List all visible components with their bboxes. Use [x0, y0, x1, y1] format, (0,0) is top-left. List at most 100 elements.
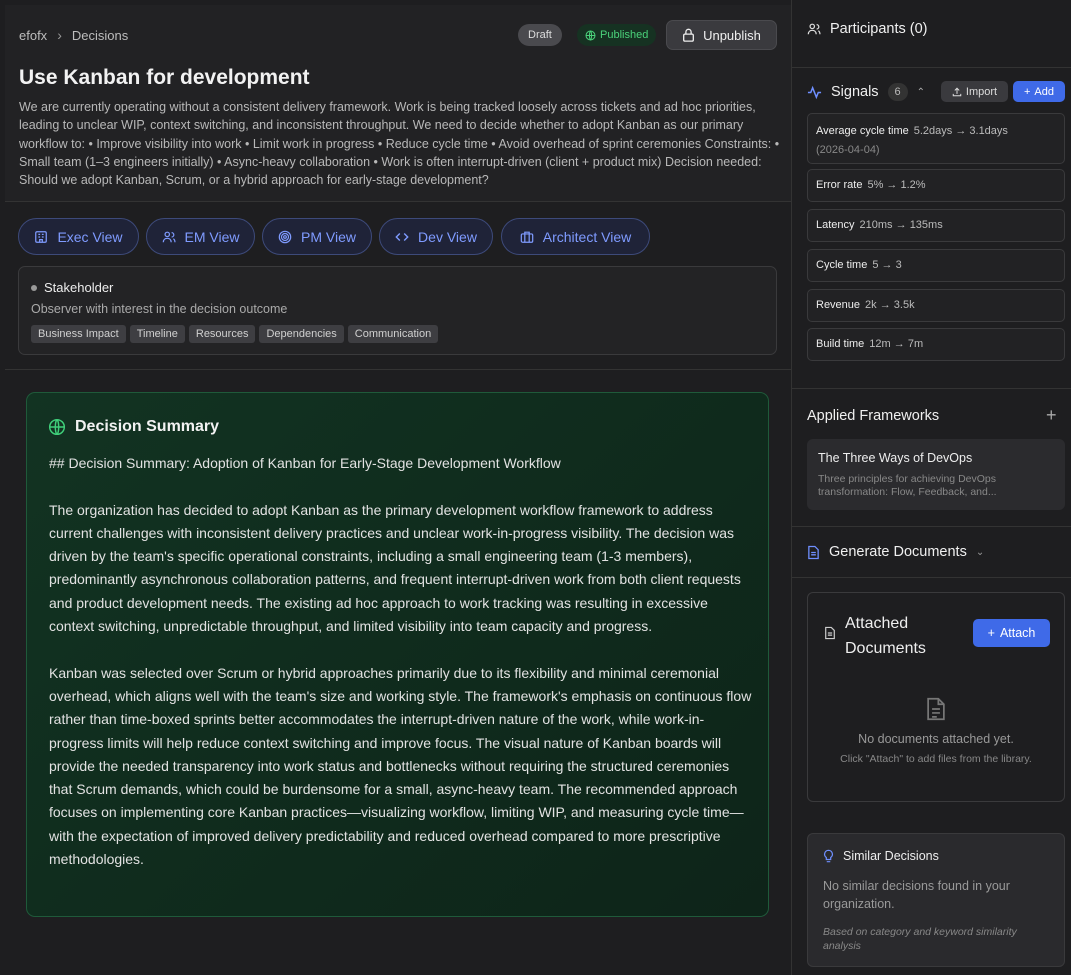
signals-title: Signals	[831, 84, 879, 100]
published-label: Published	[600, 29, 649, 41]
add-framework-icon[interactable]: +	[1046, 405, 1057, 426]
participants-title: Participants (0)	[830, 21, 928, 37]
signal-to: 3.5k	[893, 299, 915, 311]
published-badge: Published	[577, 24, 657, 46]
participants-section: Participants (0)	[792, 0, 1071, 68]
code-icon	[395, 232, 409, 241]
architect-view-label: Architect View	[542, 228, 632, 245]
chevron-right-icon: ›	[57, 27, 62, 43]
generate-documents-button[interactable]: Generate Documents ⌄	[807, 544, 984, 560]
add-signal-button[interactable]: + Add	[1013, 81, 1065, 102]
breadcrumb-current[interactable]: Decisions	[72, 28, 128, 43]
tag: Communication	[347, 325, 439, 343]
similar-decisions-note: Based on category and keyword similarity…	[823, 926, 1017, 952]
pm-view-button[interactable]: PM View	[262, 218, 372, 255]
similar-decisions-heading: Similar Decisions	[823, 849, 939, 863]
decision-summary-heading: Decision Summary	[48, 418, 219, 436]
signal-item[interactable]: Average cycle time 5.2days → 3.1days (202…	[807, 113, 1065, 164]
signal-item[interactable]: Cycle time 5 → 3	[807, 249, 1065, 282]
exec-view-label: Exec View	[57, 228, 123, 245]
signal-to: 3.1days	[969, 125, 1008, 137]
similar-decisions-card: Similar Decisions No similar decisions f…	[807, 833, 1065, 967]
status-dot	[31, 284, 37, 291]
stakeholder-subtitle: Observer with interest in the decision o…	[31, 302, 288, 316]
signal-name: Average cycle time	[816, 125, 909, 137]
signal-from: 5.2days	[913, 125, 953, 137]
stakeholder-tags: Business Impact Timeline Resources Depen…	[31, 325, 439, 343]
sidebar: Participants (0) Signals 6 ⌃ Import + Ad…	[791, 0, 1071, 975]
target-icon	[278, 230, 292, 243]
signal-from: 210ms	[859, 219, 893, 231]
signal-from: 5%	[867, 179, 884, 191]
decision-header: efofx › Decisions Draft Published Unpubl…	[5, 5, 791, 202]
lightbulb-icon	[824, 849, 833, 863]
signal-name: Build time	[816, 338, 865, 350]
dev-view-button[interactable]: Dev View	[379, 218, 493, 255]
signal-item[interactable]: Revenue 2k → 3.5k	[807, 289, 1065, 322]
add-label: Add	[1034, 85, 1054, 98]
signals-header: Signals 6 ⌃	[807, 83, 925, 101]
signal-item[interactable]: Build time 12m → 7m	[807, 328, 1065, 361]
em-view-label: EM View	[184, 228, 240, 245]
page-title: Use Kanban for development	[19, 66, 310, 89]
similar-decisions-empty: No similar decisions found in your organ…	[823, 879, 1010, 911]
pm-view-label: PM View	[301, 228, 356, 245]
unpublish-button[interactable]: Unpublish	[666, 20, 777, 50]
briefcase-icon	[520, 231, 534, 243]
signal-item[interactable]: Latency 210ms → 135ms	[807, 209, 1065, 242]
users-icon	[807, 23, 821, 35]
signal-item[interactable]: Error rate 5% → 1.2%	[807, 169, 1065, 202]
decision-summary-card: Decision Summary ## Decision Summary: Ad…	[26, 392, 769, 917]
breadcrumb-root[interactable]: efofx	[19, 28, 47, 43]
attached-title-line: Attached	[845, 615, 909, 632]
attached-title-line: Documents	[845, 640, 926, 657]
architect-view-button[interactable]: Architect View	[501, 218, 650, 255]
document-icon	[927, 697, 945, 721]
breadcrumb: efofx › Decisions	[19, 27, 128, 43]
import-button[interactable]: Import	[941, 81, 1008, 102]
participants-header[interactable]: Participants (0)	[807, 21, 928, 37]
plus-icon: +	[1023, 85, 1031, 98]
signal-to: 1.2%	[900, 179, 926, 191]
generate-documents-label: Generate Documents	[829, 544, 967, 560]
framework-card[interactable]: The Three Ways of DevOps Three principle…	[807, 439, 1065, 510]
signal-from: 12m	[869, 338, 891, 350]
generate-documents-section: Generate Documents ⌄	[792, 527, 1071, 578]
framework-description: Three principles for achieving DevOps tr…	[818, 473, 997, 498]
signal-to: 135ms	[909, 219, 943, 231]
activity-icon	[807, 85, 822, 99]
summary-paragraph: Kanban was selected over Scrum or hybrid…	[49, 664, 752, 868]
signal-date: (2026-04-04)	[816, 144, 880, 156]
signal-name: Revenue	[816, 299, 861, 311]
plus-icon: +	[987, 626, 995, 640]
frameworks-title: Applied Frameworks	[807, 408, 940, 424]
em-view-button[interactable]: EM View	[146, 218, 255, 255]
tag: Dependencies	[259, 325, 344, 343]
signal-name: Cycle time	[816, 259, 868, 271]
attach-hint: Click "Attach" to add files from the lib…	[840, 753, 1032, 765]
signal-to: 3	[895, 259, 902, 271]
views-section: Exec View EM View PM View Dev View Archi…	[5, 202, 791, 370]
tag: Timeline	[129, 325, 185, 343]
no-documents-text: No documents attached yet.	[858, 732, 1014, 746]
attach-button[interactable]: + Attach	[973, 619, 1050, 647]
attached-documents-title: Attached Documents	[845, 611, 926, 661]
signal-name: Error rate	[816, 179, 863, 191]
summary-heading-text: ## Decision Summary: Adoption of Kanban …	[49, 455, 561, 471]
exec-view-button[interactable]: Exec View	[18, 218, 139, 255]
globe-icon	[48, 418, 66, 436]
chevron-down-icon: ⌄	[975, 546, 985, 558]
chevron-up-icon[interactable]: ⌃	[917, 87, 925, 98]
upload-icon	[952, 87, 962, 96]
file-icon	[825, 626, 835, 640]
summary-paragraph: The organization has decided to adopt Ka…	[49, 501, 741, 635]
stakeholder-heading: Stakeholder	[31, 280, 113, 295]
import-label: Import	[965, 85, 998, 98]
decision-description: We are currently operating without a con…	[19, 100, 780, 188]
tag: Resources	[188, 325, 256, 343]
signal-from: 5	[872, 259, 879, 271]
stakeholder-card: Stakeholder Observer with interest in th…	[18, 266, 777, 355]
dev-view-label: Dev View	[418, 228, 477, 245]
tag: Business Impact	[31, 325, 126, 343]
signal-name: Latency	[816, 219, 855, 231]
